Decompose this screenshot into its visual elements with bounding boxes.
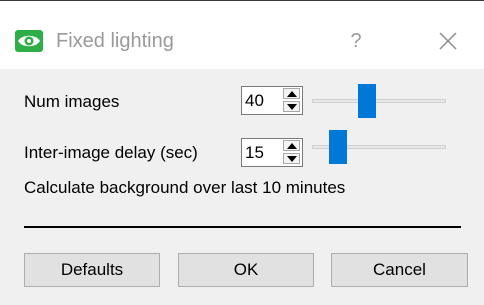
num-images-decrement-button[interactable] [283,101,300,112]
defaults-button[interactable]: Defaults [24,253,160,287]
ok-button[interactable]: OK [178,253,314,287]
cancel-button[interactable]: Cancel [331,253,468,287]
inter-image-delay-stepper [283,140,301,165]
window-title: Fixed lighting [56,30,174,52]
arrow-up-icon [287,143,297,149]
num-images-increment-button[interactable] [283,88,300,99]
title-bar: Fixed lighting ? [0,1,484,69]
num-images-value[interactable]: 40 [245,90,264,112]
close-button[interactable] [432,25,464,57]
num-images-slider[interactable] [312,84,446,118]
inter-image-delay-decrement-button[interactable] [283,153,300,164]
num-images-slider-track[interactable] [312,99,446,103]
help-button[interactable]: ? [340,25,372,57]
close-icon [439,32,457,50]
inter-image-delay-spinbox[interactable]: 15 [241,138,303,167]
arrow-down-icon [287,104,297,110]
num-images-label: Num images [24,92,120,111]
eye-icon [15,30,43,52]
inter-image-delay-value[interactable]: 15 [245,142,264,164]
inter-image-delay-slider[interactable] [312,130,446,164]
inter-image-delay-increment-button[interactable] [283,140,300,151]
background-info-text: Calculate background over last 10 minute… [24,178,346,197]
inter-image-delay-label: Inter-image delay (sec) [24,143,198,162]
separator-line [24,226,461,228]
arrow-up-icon [287,91,297,97]
arrow-down-icon [287,156,297,162]
num-images-spinbox[interactable]: 40 [241,86,303,115]
fixed-lighting-dialog: Fixed lighting ? Num images 40 Inter-ima… [0,0,484,305]
num-images-slider-thumb[interactable] [358,84,376,118]
inter-image-delay-slider-thumb[interactable] [329,130,347,164]
num-images-stepper [283,88,301,113]
